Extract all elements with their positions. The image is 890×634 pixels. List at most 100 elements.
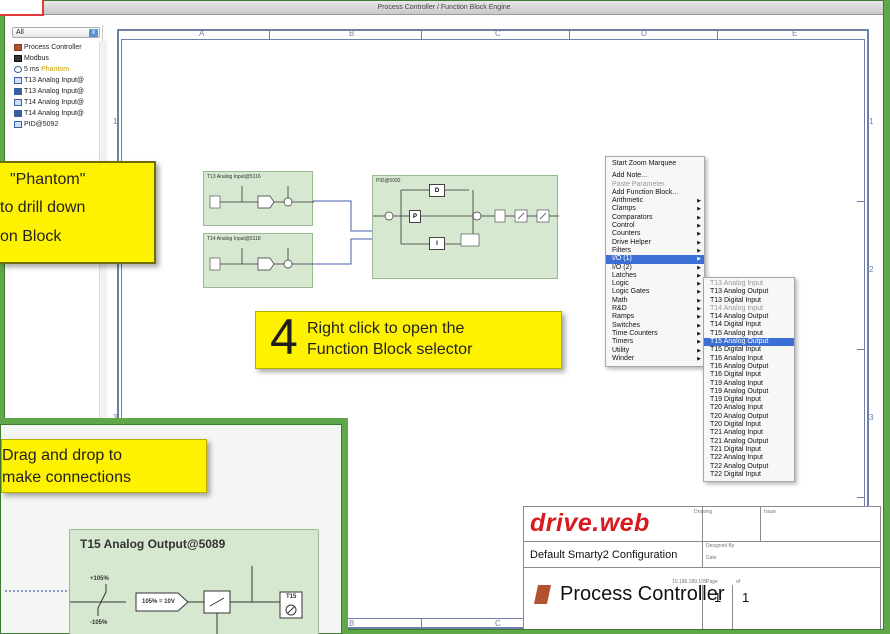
function-block-t15-output[interactable]: T15 Analog Output@5089 +105% -105% 105% …	[69, 529, 319, 634]
pid-icon	[14, 120, 22, 128]
menu-item-add-function-block[interactable]: Add Function Block...	[606, 189, 704, 197]
io-submenu: T13 Analog Input T13 Analog Output T13 D…	[703, 277, 795, 483]
menu-item-label: Winder	[612, 354, 635, 362]
submenu-item[interactable]: T21 Digital Input	[704, 446, 794, 454]
submenu-item[interactable]: T20 Analog Output	[704, 413, 794, 421]
tree-item-label: 5 ms	[24, 66, 40, 73]
menu-item-rnd[interactable]: R&D ▶	[606, 305, 704, 313]
submenu-item[interactable]: T20 Analog Input	[704, 404, 794, 412]
menu-item-label: Filters	[612, 246, 632, 254]
submenu-item-t15-analog-output[interactable]: T15 Analog Output	[704, 338, 794, 347]
submenu-item[interactable]: T21 Analog Input	[704, 429, 794, 437]
analog-input-icon	[14, 87, 22, 95]
submenu-item[interactable]: T19 Analog Output	[704, 388, 794, 396]
menu-item-paste-parameter[interactable]: Paste Parameter	[606, 181, 704, 189]
callout-line: Right click to open the	[307, 320, 465, 337]
menu-item-label: Timers	[612, 338, 634, 346]
menu-item-label: Control	[612, 222, 635, 230]
menu-item-winder[interactable]: Winder ▶	[606, 355, 704, 363]
menu-item-drive-helper[interactable]: Drive Helper ▶	[606, 239, 704, 247]
menu-item-label: Latches	[612, 271, 637, 279]
inset-canvas: Drag and drop to make connections T15 An…	[0, 424, 342, 634]
submenu-item[interactable]: T14 Analog Input	[704, 305, 794, 313]
submenu-item[interactable]: T19 Digital Input	[704, 396, 794, 404]
submenu-arrow-icon: ▶	[697, 206, 701, 213]
menu-item-io-1[interactable]: I/O (1) ▶	[606, 255, 704, 264]
menu-item-filters[interactable]: Filters ▶	[606, 247, 704, 255]
date-label: Date	[706, 555, 717, 561]
grid-tick	[421, 29, 422, 39]
menu-item-timers[interactable]: Timers ▶	[606, 338, 704, 346]
tree-item-process-controller[interactable]: Process Controller	[14, 43, 102, 53]
submenu-item[interactable]: T13 Analog Output	[704, 288, 794, 296]
menu-item-time-counters[interactable]: Time Counters ▶	[606, 330, 704, 338]
title-block-divider	[732, 585, 733, 629]
tree-item-t13-input-a[interactable]: T13 Analog Input@	[14, 76, 102, 86]
function-block-t13-input[interactable]: T13 Analog Input@5116	[203, 171, 314, 226]
row-label-3-right: 3	[869, 413, 874, 422]
submenu-item-label: T15 Analog Input	[710, 329, 763, 337]
menu-item-start-zoom[interactable]: Start Zoom Marquee	[606, 160, 704, 168]
tree-item-t13-input-b[interactable]: T13 Analog Input@	[14, 87, 102, 97]
submenu-item-label: T19 Analog Input	[710, 379, 763, 387]
menu-item-logic[interactable]: Logic ▶	[606, 280, 704, 288]
menu-item-comparators[interactable]: Comparators ▶	[606, 214, 704, 222]
submenu-item[interactable]: T13 Digital Input	[704, 297, 794, 305]
submenu-item[interactable]: T22 Digital Input	[704, 471, 794, 479]
callout-right-click: 4 Right click to open the Function Block…	[255, 309, 562, 369]
filter-select-value: All	[16, 29, 24, 36]
tree-item-modbus[interactable]: Modbus	[14, 54, 102, 64]
submenu-item[interactable]: T16 Digital Input	[704, 371, 794, 379]
page-label: Page	[706, 579, 718, 585]
submenu-arrow-icon: ▶	[697, 247, 701, 254]
submenu-item[interactable]: T22 Analog Input	[704, 454, 794, 462]
menu-item-add-note[interactable]: Add Note...	[606, 172, 704, 180]
submenu-item-label: T13 Analog Input	[710, 280, 763, 287]
menu-item-counters[interactable]: Counters ▶	[606, 230, 704, 238]
submenu-item[interactable]: T13 Analog Input	[704, 280, 794, 288]
menu-item-logic-gates[interactable]: Logic Gates ▶	[606, 288, 704, 296]
tree-item-pid[interactable]: PID@5092	[14, 120, 102, 130]
submenu-item[interactable]: T14 Digital Input	[704, 321, 794, 329]
step-number: 4	[270, 309, 298, 365]
tree-item-5ms[interactable]: 5 ms Phantom	[14, 65, 102, 75]
window-title: Process Controller / Function Block Engi…	[5, 1, 883, 15]
menu-item-io-2[interactable]: I/O (2) ▶	[606, 264, 704, 272]
submenu-item[interactable]: T19 Analog Input	[704, 380, 794, 388]
filter-select[interactable]: All ⇕	[12, 27, 100, 38]
menu-item-switches[interactable]: Switches ▶	[606, 322, 704, 330]
submenu-item[interactable]: T22 Analog Output	[704, 463, 794, 471]
scale-label: 105% = 10V	[142, 599, 175, 605]
submenu-item[interactable]: T14 Analog Output	[704, 313, 794, 321]
grid-tick	[569, 29, 570, 39]
function-block-pid[interactable]: PID@5092 D P I	[372, 175, 559, 279]
menu-item-control[interactable]: Control ▶	[606, 222, 704, 230]
menu-item-label: Utility	[612, 346, 630, 354]
menu-item-math[interactable]: Math ▶	[606, 297, 704, 305]
submenu-item[interactable]: T21 Analog Output	[704, 438, 794, 446]
submenu-item[interactable]: T16 Analog Input	[704, 355, 794, 363]
drawing-title-block: drive.web Drawing Issue Designed By Date…	[523, 506, 881, 629]
submenu-arrow-icon: ▶	[697, 272, 701, 279]
tree-item-t14-input-b[interactable]: T14 Analog Input@	[14, 109, 102, 119]
submenu-arrow-icon: ▶	[697, 239, 701, 246]
menu-item-arithmetic[interactable]: Arithmetic ▶	[606, 197, 704, 205]
function-block-t14-input[interactable]: T14 Analog Input@5118	[203, 233, 314, 288]
grid-tick	[421, 619, 422, 629]
menu-item-latches[interactable]: Latches ▶	[606, 272, 704, 280]
pid-block-diagram	[373, 189, 559, 247]
submenu-arrow-icon: ▶	[697, 289, 701, 296]
submenu-item[interactable]: T15 Analog Input	[704, 330, 794, 338]
menu-item-ramps[interactable]: Ramps ▶	[606, 313, 704, 321]
menu-item-utility[interactable]: Utility ▶	[606, 347, 704, 355]
submenu-item[interactable]: T20 Digital Input	[704, 421, 794, 429]
menu-item-clamps[interactable]: Clamps ▶	[606, 205, 704, 213]
submenu-item-label: T22 Analog Input	[710, 454, 763, 462]
column-label-c-bottom: C	[495, 619, 501, 628]
submenu-item-label: T14 Digital Input	[710, 321, 761, 329]
submenu-item[interactable]: T15 Digital Input	[704, 346, 794, 354]
callout-line: Function Block selector	[307, 341, 473, 358]
callout-phantom: "Phantom" to drill down on Block	[0, 161, 156, 264]
submenu-item[interactable]: T16 Analog Output	[704, 363, 794, 371]
tree-item-t14-input-a[interactable]: T14 Analog Input@	[14, 98, 102, 108]
